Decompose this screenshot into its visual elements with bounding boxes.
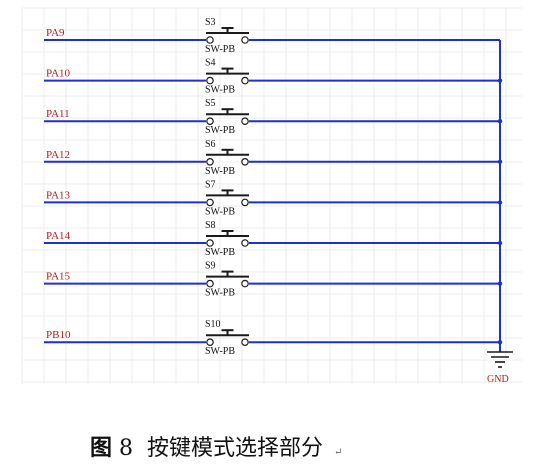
switch-value: SW-PB: [205, 85, 235, 96]
switch-value: SW-PB: [205, 346, 235, 357]
net-label: PA9: [46, 27, 65, 39]
switch-terminal: [241, 158, 249, 166]
switch-terminal: [241, 239, 249, 247]
schematic-diagram: PA9 S3 SW-PB PA10 S4 SW-PB PA11 S5 SW-PB PA12 S6 SW…: [21, 7, 522, 385]
ref-designator: S9: [205, 261, 216, 272]
net-label: PA11: [46, 108, 70, 120]
grid-frame: [22, 8, 522, 384]
switch-value: SW-PB: [205, 166, 235, 177]
net-label: PA12: [46, 149, 70, 161]
ref-designator: S7: [205, 179, 216, 190]
figure-caption: 图 8 按键模式选择部分 ↵: [90, 430, 342, 462]
grid-background: [21, 7, 522, 384]
net-label: PA13: [46, 189, 71, 201]
net-label: PA14: [46, 230, 71, 242]
switch-terminal: [241, 36, 249, 44]
switch-terminal: [206, 158, 214, 166]
ref-designator: S4: [205, 58, 216, 69]
switch-terminal: [206, 198, 214, 207]
switch-terminal: [206, 279, 214, 288]
ref-designator: S3: [205, 17, 216, 28]
paragraph-mark: ↵: [334, 447, 343, 458]
net-label: PB10: [46, 329, 71, 341]
net-label: PA10: [46, 68, 71, 80]
switch-terminal: [206, 36, 214, 44]
switch-terminal: [241, 76, 249, 85]
caption-number: 8: [119, 436, 134, 461]
switch-value: SW-PB: [205, 44, 235, 55]
caption-prefix: 图: [90, 436, 113, 461]
ref-designator: S8: [205, 220, 216, 231]
switch-terminal: [206, 76, 214, 85]
switch-terminal: [206, 117, 214, 126]
switch-value: SW-PB: [205, 247, 235, 258]
switch-value: SW-PB: [205, 206, 235, 217]
switch-value: SW-PB: [205, 125, 235, 136]
net-label: PA15: [46, 271, 71, 283]
switch-terminal: [206, 338, 214, 347]
switch-terminal: [206, 239, 214, 247]
switch-terminal: [241, 279, 249, 288]
switch-terminal: [241, 117, 249, 126]
ground-label: GND: [487, 374, 509, 385]
caption-text: 按键模式选择部分: [147, 436, 324, 461]
ref-designator: S5: [205, 98, 216, 109]
ref-designator: S10: [205, 319, 221, 330]
switch-terminal: [241, 198, 249, 207]
ref-designator: S6: [205, 139, 216, 150]
switch-value: SW-PB: [205, 288, 235, 299]
switch-terminal: [241, 338, 249, 347]
